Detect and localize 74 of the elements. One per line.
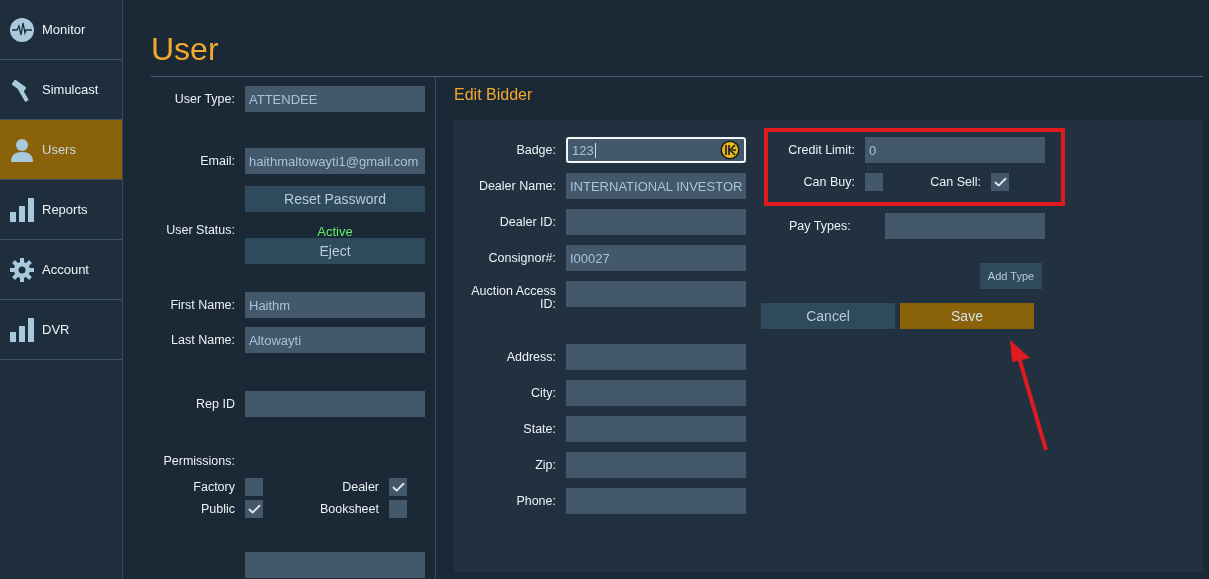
checkbox[interactable] <box>245 500 263 518</box>
checkbox-label: Factory <box>192 480 236 494</box>
key-badge-icon[interactable] <box>720 140 740 160</box>
field-label: Dealer Name: <box>477 178 557 193</box>
field-label: State: <box>522 421 557 436</box>
input-field[interactable]: INTERNATIONAL INVESTOR <box>566 173 746 199</box>
field-label: Pay Types: <box>788 219 852 233</box>
input-field[interactable]: Altowayti <box>245 327 425 353</box>
field-label: First Name: <box>169 298 236 312</box>
sidebar-label: Users <box>42 142 76 157</box>
checkbox[interactable] <box>389 478 407 496</box>
input-field[interactable] <box>566 380 746 406</box>
input-field[interactable]: Haithm <box>245 292 425 318</box>
field-label: Zip: <box>534 457 557 472</box>
input-field[interactable]: I00027 <box>566 245 746 271</box>
input-field[interactable] <box>566 281 746 307</box>
sidebar-item[interactable]: Reports <box>0 180 122 240</box>
input-field[interactable]: 123 <box>566 137 746 163</box>
sidebar-label: Account <box>42 262 89 277</box>
field-label: Phone: <box>515 493 557 508</box>
bar-chart-icon <box>10 317 34 342</box>
input-field[interactable] <box>566 209 746 235</box>
input-field[interactable] <box>566 452 746 478</box>
input-field[interactable]: haithmaltowayti1@gmail.com <box>245 148 425 174</box>
field-label: Consignor#: <box>487 250 557 265</box>
save-button[interactable]: Save <box>900 303 1034 329</box>
input-field[interactable] <box>245 391 425 417</box>
sidebar-item[interactable]: DVR <box>0 300 122 360</box>
sidebar-label: Monitor <box>42 22 86 37</box>
input-field[interactable]: ATTENDEE <box>245 86 425 112</box>
sidebar-label: Reports <box>42 202 88 217</box>
section-title: Edit Bidder <box>454 87 534 105</box>
sidebar-item[interactable]: Account <box>0 240 122 300</box>
checkbox-label: Dealer <box>341 480 380 494</box>
bar-chart-icon <box>10 197 34 222</box>
field-label: Credit Limit: <box>787 143 856 157</box>
eject-button[interactable]: Eject <box>245 238 425 264</box>
checkbox-label: Can Buy: <box>802 175 856 189</box>
field-label: Address: <box>505 349 557 364</box>
sidebar-item[interactable]: Users <box>0 120 122 180</box>
checkbox[interactable] <box>865 173 883 191</box>
pulse-icon <box>10 17 34 42</box>
field-label: Permissions: <box>162 454 236 468</box>
checkbox-label: Public <box>199 502 236 516</box>
user-icon <box>10 137 34 162</box>
sidebar-label: DVR <box>42 322 70 337</box>
settings-icon <box>10 257 34 282</box>
field-label: City: <box>530 385 557 400</box>
input-field[interactable] <box>566 416 746 442</box>
checkbox-label: Booksheet <box>318 502 380 516</box>
sidebar-label: Simulcast <box>42 82 99 97</box>
input-field[interactable] <box>566 344 746 370</box>
sidebar-item[interactable]: Monitor <box>0 0 122 60</box>
checkbox[interactable] <box>389 500 407 518</box>
checkbox-label: Can Sell: <box>929 175 982 189</box>
input-field[interactable] <box>885 213 1045 239</box>
cancel-button[interactable]: Cancel <box>761 303 895 329</box>
input-field[interactable] <box>245 552 425 578</box>
field-label: Dealer ID: <box>498 214 557 229</box>
field-label: Email: <box>199 154 236 168</box>
checkbox[interactable] <box>991 173 1009 191</box>
field-label: Last Name: <box>170 333 236 347</box>
status-text: Active <box>316 224 354 239</box>
field-label: User Status: <box>165 224 236 237</box>
reset-password-button[interactable]: Reset Password <box>245 186 425 212</box>
input-field[interactable]: 0 <box>865 137 1045 163</box>
field-label: Auction Access ID: <box>470 283 557 311</box>
checkbox[interactable] <box>245 478 263 496</box>
field-label: User Type: <box>173 92 236 106</box>
field-label: Rep ID <box>195 397 236 411</box>
field-label: Badge: <box>515 142 557 157</box>
add-type-button[interactable]: Add Type <box>980 263 1042 289</box>
page-title: User <box>151 30 220 69</box>
input-field[interactable] <box>566 488 746 514</box>
